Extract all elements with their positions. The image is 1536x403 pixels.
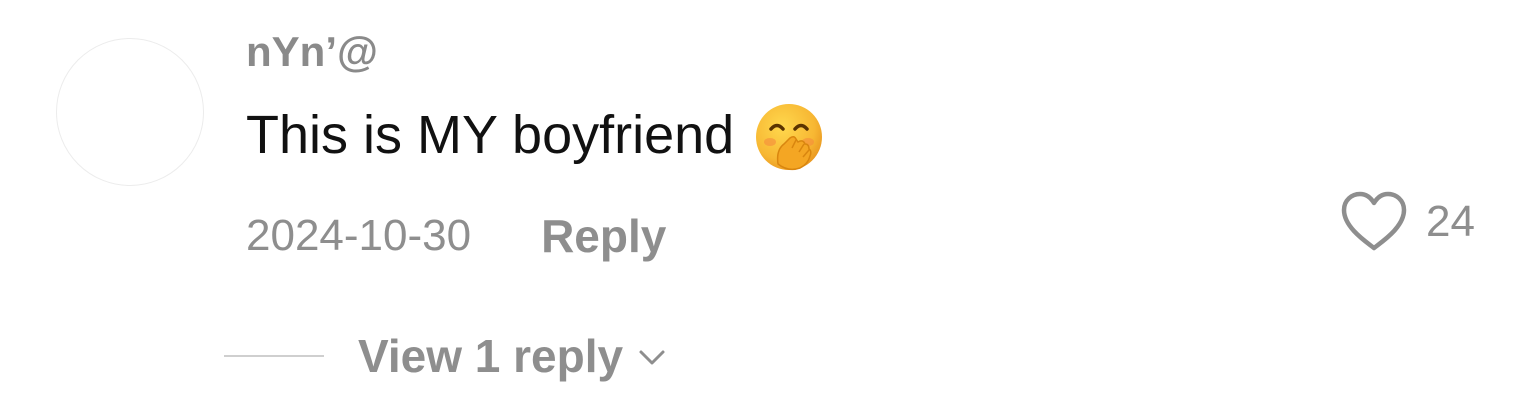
divider bbox=[224, 355, 324, 357]
comment-text: This is MY boyfriend bbox=[246, 105, 735, 165]
comment-meta: 2024-10-30 Reply bbox=[246, 208, 666, 264]
like-button[interactable]: 24 bbox=[1338, 190, 1475, 254]
view-replies-label[interactable]: View 1 reply bbox=[358, 326, 623, 386]
comment-username[interactable]: nYn’@ bbox=[246, 26, 378, 78]
chevron-down-icon[interactable] bbox=[637, 348, 667, 368]
heart-outline-icon[interactable] bbox=[1338, 190, 1410, 254]
comment-item: nYn’@ This is MY boyfriend 2024-10-30 Re… bbox=[0, 0, 1536, 403]
like-count: 24 bbox=[1426, 197, 1475, 246]
face-with-hand-over-mouth-icon bbox=[754, 102, 824, 172]
avatar[interactable] bbox=[56, 38, 204, 186]
reply-button[interactable]: Reply bbox=[541, 208, 666, 264]
comment-date: 2024-10-30 bbox=[246, 211, 472, 260]
view-replies-toggle[interactable]: View 1 reply bbox=[224, 326, 667, 386]
comment-body: This is MY boyfriend bbox=[246, 100, 824, 172]
